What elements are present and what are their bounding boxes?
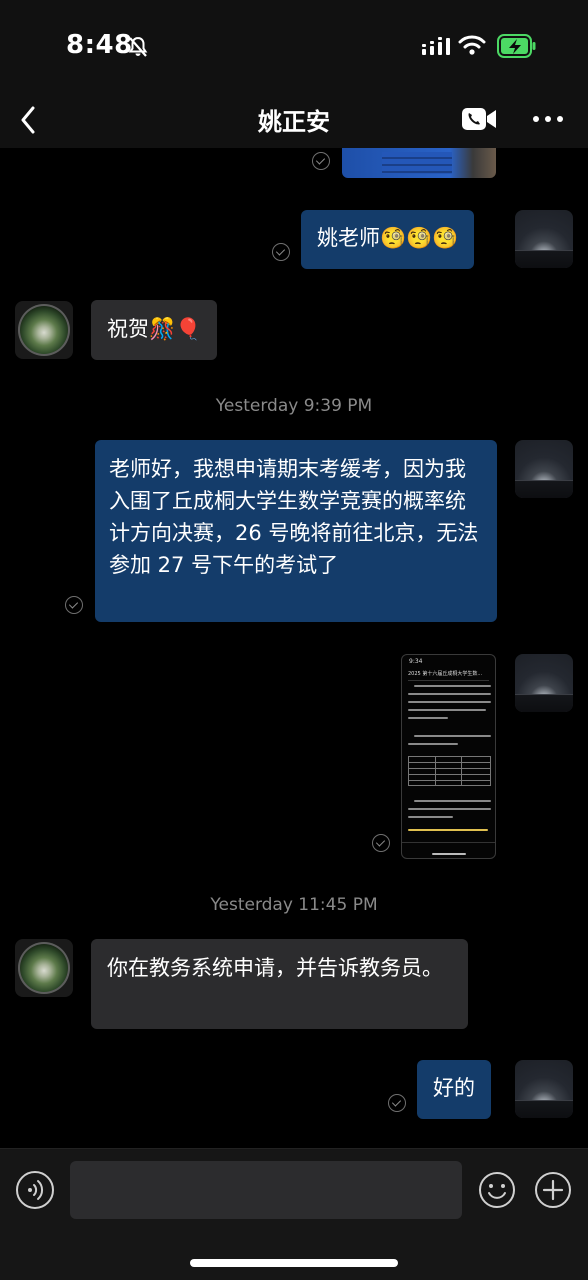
screenshot-text-line	[408, 743, 458, 745]
screenshot-bottom-bar	[402, 842, 495, 858]
message-text: 祝贺🎊🎈	[107, 317, 202, 341]
avatar-self[interactable]	[515, 654, 573, 712]
screenshot-time: 9:34	[409, 658, 423, 665]
image-message-screenshot[interactable]: 9:34 2025 第十六届丘成桐大学生数...	[401, 654, 496, 859]
nav-bar: 姚正安	[0, 92, 588, 148]
more-dot	[533, 116, 539, 122]
screenshot-text-line	[408, 693, 491, 695]
read-receipt-icon	[65, 596, 83, 614]
screenshot-text-line	[408, 829, 488, 831]
plus-icon[interactable]	[534, 1171, 572, 1209]
screenshot-text-line	[408, 816, 453, 818]
image-message[interactable]	[342, 148, 496, 178]
home-indicator[interactable]	[190, 1259, 398, 1267]
timestamp: Yesterday 9:39 PM	[215, 396, 373, 416]
chat-screen: 8:48 姚正安 姚老师🧐🧐🧐 祝贺🎊🎈 Yesterday 9:39 PM 老…	[0, 0, 588, 1280]
more-dot	[545, 116, 551, 122]
avatar-photo	[18, 304, 70, 356]
message-text: 你在教务系统申请，并告诉教务员。	[107, 956, 443, 980]
screenshot-text-line	[408, 808, 491, 810]
status-time: 8:48	[66, 30, 133, 60]
screenshot-text-line	[408, 701, 491, 703]
message-bubble-outgoing[interactable]: 好的	[417, 1060, 491, 1119]
screenshot-title: 2025 第十六届丘成桐大学生数...	[408, 670, 489, 681]
video-call-icon[interactable]	[460, 102, 498, 136]
emoji-icon[interactable]	[478, 1171, 516, 1209]
message-text: 老师好，我想申请期末考缓考，因为我入围了丘成桐大学生数学竞赛的概率统计方向决赛，…	[109, 457, 479, 577]
read-receipt-icon	[272, 243, 290, 261]
read-receipt-icon	[312, 152, 330, 170]
avatar-self[interactable]	[515, 1060, 573, 1118]
status-bar: 8:48	[0, 0, 588, 92]
avatar-teacher[interactable]	[15, 301, 73, 359]
message-bubble-outgoing[interactable]: 姚老师🧐🧐🧐	[301, 210, 475, 269]
chat-title: 姚正安	[258, 108, 330, 136]
read-receipt-icon	[388, 1094, 406, 1112]
timestamp: Yesterday 11:45 PM	[210, 895, 378, 915]
screenshot-text-line	[414, 685, 491, 687]
screenshot-text-line	[414, 800, 491, 802]
avatar-self[interactable]	[515, 210, 573, 268]
message-bubble-incoming[interactable]: 你在教务系统申请，并告诉教务员。	[91, 939, 468, 1029]
screenshot-text-line	[408, 717, 448, 719]
avatar-photo	[18, 942, 70, 994]
screenshot-home-indicator	[432, 853, 466, 855]
message-bubble-outgoing[interactable]: 老师好，我想申请期末考缓考，因为我入围了丘成桐大学生数学竞赛的概率统计方向决赛，…	[95, 440, 497, 622]
message-input[interactable]	[70, 1161, 462, 1219]
input-bar	[0, 1148, 588, 1280]
message-list[interactable]: 姚老师🧐🧐🧐 祝贺🎊🎈 Yesterday 9:39 PM 老师好，我想申请期末…	[0, 148, 588, 1148]
signal-icon	[422, 37, 450, 55]
battery-charging-icon	[497, 34, 536, 58]
avatar-self[interactable]	[515, 440, 573, 498]
screenshot-text-line	[408, 709, 486, 711]
wifi-icon	[458, 35, 486, 55]
voice-input-icon	[28, 1180, 44, 1200]
bell-slash-icon	[128, 36, 148, 57]
avatar-teacher[interactable]	[15, 939, 73, 997]
message-bubble-incoming[interactable]: 祝贺🎊🎈	[91, 300, 218, 360]
voice-input-button[interactable]	[16, 1171, 54, 1209]
screenshot-text-line	[414, 735, 491, 737]
message-text: 姚老师🧐🧐🧐	[317, 226, 459, 250]
message-text: 好的	[433, 1076, 475, 1100]
screenshot-table	[408, 756, 491, 786]
read-receipt-icon	[372, 834, 390, 852]
more-dot	[557, 116, 563, 122]
more-button[interactable]	[528, 102, 568, 136]
